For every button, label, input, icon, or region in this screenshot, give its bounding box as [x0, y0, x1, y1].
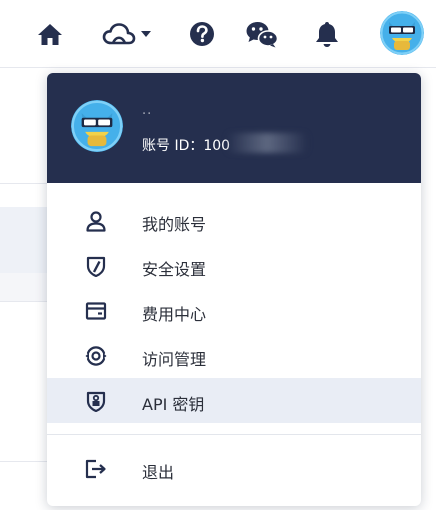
username: .. [142, 103, 153, 118]
logout-icon [84, 457, 108, 481]
avatar-image [71, 100, 123, 152]
menu-item-access-management[interactable]: 访问管理 [47, 333, 421, 378]
menu-item-my-account[interactable]: 我的账号 [47, 198, 421, 243]
shield-icon [84, 254, 108, 278]
bell-icon [316, 22, 338, 47]
home-button[interactable] [34, 18, 66, 50]
menu-item-label: API 密钥 [142, 395, 205, 414]
notifications-button[interactable] [311, 18, 343, 50]
user-avatar-button[interactable] [380, 11, 424, 55]
user-dropdown-menu: .. 账号 ID：100 我的账号 安全设置 费用中心 访问管理 API 密钥 … [47, 73, 421, 506]
avatar [380, 11, 424, 55]
page-divider [0, 301, 48, 302]
menu-item-billing-center[interactable]: 费用中心 [47, 288, 421, 333]
dropdown-menu-list: 我的账号 安全设置 费用中心 访问管理 API 密钥 [47, 198, 421, 423]
top-navigation-bar [0, 0, 436, 68]
user-info-header: .. 账号 ID：100 [47, 73, 421, 183]
menu-item-logout[interactable]: 退出 [47, 446, 421, 491]
access-icon [84, 344, 108, 368]
wechat-button[interactable] [244, 18, 280, 50]
menu-item-api-keys[interactable]: API 密钥 [47, 378, 421, 423]
page-divider [0, 461, 48, 462]
wechat-icon [246, 22, 279, 48]
wallet-icon [84, 299, 108, 323]
help-button[interactable] [186, 18, 218, 50]
cloud-menu-button[interactable] [98, 18, 156, 50]
page-divider [0, 183, 48, 184]
menu-item-label: 访问管理 [142, 350, 207, 369]
cloud-icon [102, 23, 136, 45]
page-row [0, 273, 48, 301]
menu-item-security-settings[interactable]: 安全设置 [47, 243, 421, 288]
page-highlight-row [0, 207, 48, 273]
avatar [71, 100, 123, 152]
home-icon [38, 24, 62, 45]
user-icon [84, 209, 108, 233]
help-icon [190, 22, 214, 46]
menu-item-label: 退出 [142, 463, 175, 482]
redacted-mask [227, 133, 307, 153]
account-id: 账号 ID：100 [142, 138, 231, 154]
key-shield-icon [84, 389, 108, 413]
menu-item-label: 安全设置 [142, 260, 207, 279]
menu-divider [47, 434, 421, 435]
menu-item-label: 我的账号 [142, 215, 207, 234]
menu-item-label: 费用中心 [142, 305, 207, 324]
chevron-down-icon [141, 31, 151, 37]
